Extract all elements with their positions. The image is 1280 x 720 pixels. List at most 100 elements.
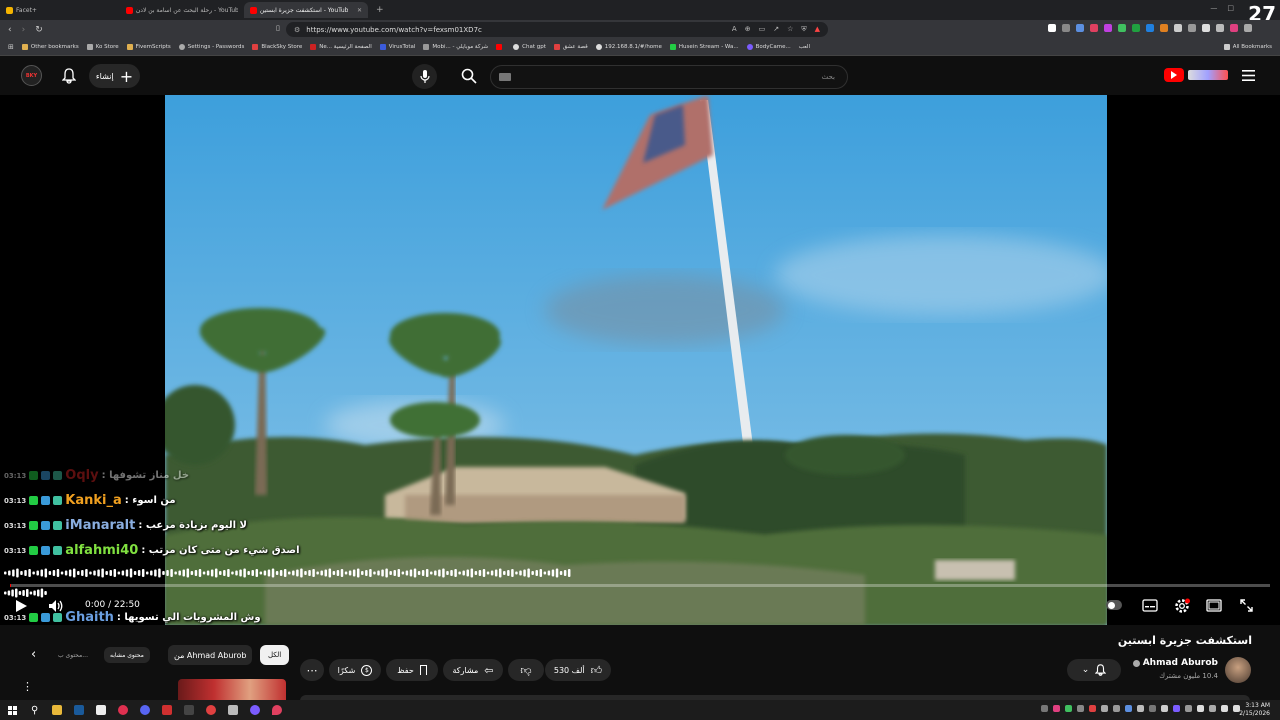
bookmark-item[interactable]: Ko Store [86, 44, 119, 50]
more-vertical-icon[interactable]: ⋮ [22, 680, 33, 693]
subscribe-notification-button[interactable]: ⌄ [1067, 659, 1121, 681]
chip-from-channel[interactable]: من Ahmad Aburob [168, 645, 253, 665]
url-field[interactable]: ⚙ https://www.youtube.com/watch?v=fexsm0… [286, 22, 828, 37]
bookmark-item[interactable]: Chat gpt [513, 44, 546, 50]
chips-scroll-left-icon[interactable]: ‹ [31, 647, 36, 662]
video-frame[interactable] [165, 95, 1107, 625]
fullscreen-icon[interactable] [1240, 599, 1253, 612]
more-actions-button[interactable]: ⋯ [300, 659, 324, 681]
bookmark-item[interactable]: Other bookmarks [21, 44, 79, 50]
settings-gear-icon[interactable] [1174, 598, 1190, 614]
bookmark-item[interactable]: قصة عشق [553, 44, 588, 50]
tray-icon[interactable] [1209, 705, 1216, 712]
volume-icon[interactable] [48, 599, 64, 613]
tray-icon[interactable] [1197, 705, 1204, 712]
keyboard-icon[interactable] [499, 73, 511, 81]
bookmark-item[interactable] [496, 44, 505, 50]
search-icon[interactable] [461, 68, 477, 84]
bookmark-star-icon[interactable]: ▯ [276, 24, 280, 32]
zoom-icon[interactable]: ⊕ [745, 25, 751, 34]
location-pin-icon[interactable] [272, 705, 283, 715]
extension-icon[interactable] [1146, 24, 1154, 32]
extension-icon[interactable] [1244, 24, 1252, 32]
channel-avatar[interactable] [1225, 657, 1251, 683]
all-bookmarks-button[interactable]: All Bookmarks [1223, 44, 1272, 50]
opera-gx-icon[interactable] [118, 705, 129, 715]
extension-icon[interactable] [1104, 24, 1112, 32]
tray-icon[interactable] [1065, 705, 1072, 712]
file-explorer-icon[interactable] [52, 705, 63, 715]
site-info-icon[interactable]: ⚙ [294, 26, 300, 34]
tray-icon[interactable] [1185, 705, 1192, 712]
tray-icon[interactable] [1077, 705, 1084, 712]
reload-icon[interactable]: ↻ [35, 25, 43, 35]
translate-icon[interactable]: A [732, 25, 737, 34]
tray-icon[interactable] [1101, 705, 1108, 712]
bookmark-item[interactable]: Settings - Passwords [178, 44, 244, 50]
dislike-button[interactable]: 👎︎ [508, 659, 544, 681]
window-controls[interactable]: —□ [1210, 4, 1244, 12]
browser-tab-active[interactable]: استكشفت جزيرة ابستين - YouTube ✕ [244, 2, 368, 18]
bookmark-item[interactable]: Mobi... - شركة موبايلي [423, 44, 488, 50]
bookmark-item[interactable]: Husein Stream - Wa... [669, 44, 739, 50]
tray-icon[interactable] [1161, 705, 1168, 712]
app-icon[interactable] [162, 705, 173, 715]
forward-icon[interactable]: › [22, 25, 26, 35]
autoplay-toggle[interactable] [1106, 600, 1122, 610]
app-icon[interactable] [96, 705, 107, 715]
youtube-logo[interactable] [1164, 68, 1228, 82]
bookmark-item[interactable]: VirusTotal [379, 44, 415, 50]
chip-all[interactable]: الكل [260, 645, 290, 665]
extension-icon[interactable] [1090, 24, 1098, 32]
extension-icon[interactable] [1160, 24, 1168, 32]
browser-tab[interactable]: رحلة البحث عن اسامة بن لادن - YouTube [120, 2, 244, 18]
create-button[interactable]: إنشاء + [89, 64, 140, 88]
bookmark-item[interactable]: FivemScripts [126, 44, 171, 50]
video-progress-bar[interactable] [10, 584, 1270, 587]
channel-avatar[interactable]: BKY [21, 65, 42, 86]
extension-icon[interactable] [1118, 24, 1126, 32]
extension-icon[interactable] [1062, 24, 1070, 32]
close-tab-icon[interactable]: ✕ [357, 7, 362, 14]
extension-icon[interactable] [1132, 24, 1140, 32]
bookmark-item[interactable]: BlackSky Store [252, 44, 302, 50]
search-icon[interactable]: ⚲ [31, 705, 38, 716]
discord-icon[interactable] [140, 705, 151, 715]
menu-hamburger-icon[interactable] [1242, 70, 1255, 81]
extension-icon[interactable] [1216, 24, 1224, 32]
windows-start-icon[interactable] [8, 705, 17, 715]
back-icon[interactable]: ‹ [8, 25, 12, 35]
tray-icon[interactable] [1053, 705, 1060, 712]
tray-icon[interactable] [1041, 705, 1048, 712]
extension-icon[interactable] [1048, 24, 1056, 32]
tray-icon[interactable] [1149, 705, 1156, 712]
search-input[interactable]: بحث [490, 65, 848, 89]
apps-grid-icon[interactable]: ⊞ [8, 43, 14, 51]
star-icon[interactable]: ☆ [787, 25, 793, 34]
miniplayer-icon[interactable] [1206, 599, 1222, 612]
chrome-icon[interactable] [206, 705, 217, 715]
voice-search-button[interactable] [412, 64, 437, 89]
play-icon[interactable] [14, 599, 28, 613]
bookmark-item[interactable]: العب [799, 44, 810, 50]
subtitles-icon[interactable] [1142, 599, 1158, 612]
extension-icon[interactable] [1202, 24, 1210, 32]
tray-icon[interactable] [1137, 705, 1144, 712]
app-icon[interactable] [250, 705, 261, 715]
save-button[interactable]: حفظ [386, 659, 438, 681]
network-icon[interactable] [1221, 705, 1228, 712]
steam-icon[interactable] [74, 705, 85, 715]
extension-icon[interactable] [1188, 24, 1196, 32]
tray-icon[interactable] [1089, 705, 1096, 712]
extension-icon[interactable] [1230, 24, 1238, 32]
cast-icon[interactable]: ▭ [759, 25, 766, 34]
tray-icon[interactable] [1125, 705, 1132, 712]
recommended-thumbnail[interactable] [178, 679, 286, 700]
app-icon[interactable] [184, 705, 195, 715]
notifications-bell-icon[interactable] [62, 68, 76, 84]
thanks-button[interactable]: شكرًا $ [329, 659, 381, 681]
shield-icon[interactable]: ⛨ [801, 25, 806, 34]
new-tab-icon[interactable]: + [376, 5, 384, 15]
like-button[interactable]: 530 ألف 👍︎ [545, 659, 611, 681]
extension-icon[interactable] [1174, 24, 1182, 32]
